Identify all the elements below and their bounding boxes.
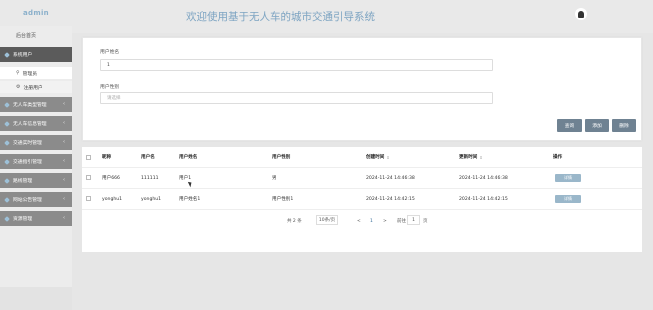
sidebar: 后台首页 系统用户 ⚲ 管理员 ⚙ 注册用户 无人车类型管理 ‹ 无人车信息管理 ‹ 交… (0, 26, 72, 310)
avatar[interactable] (575, 8, 587, 20)
person-icon: ⚲ (16, 70, 20, 76)
menu-icon (4, 139, 10, 146)
divider (82, 188, 642, 189)
table-cell: yonghu1 (102, 196, 123, 202)
chevron-icon: ‹ (63, 215, 65, 221)
chevron-icon: ‹ (63, 196, 65, 202)
table-cell: 2024-11-24 14:42:15 (366, 196, 415, 202)
sort-icon[interactable]: ⇕ (386, 155, 389, 160)
gender-label: 用户性别 (100, 85, 120, 90)
column-header: 操作 (553, 155, 563, 160)
name-input[interactable]: 1 (100, 59, 493, 71)
chevron-icon: ‹ (63, 120, 65, 126)
gear-icon: ⚙ (16, 84, 21, 90)
menu-icon (4, 101, 10, 108)
menu-icon (4, 177, 10, 184)
avatar-icon (578, 10, 584, 18)
sidebar-item-vehicle-info[interactable]: 无人车信息管理 ‹ (0, 116, 72, 131)
logo: admin (23, 9, 49, 17)
column-header: 用户性别 (272, 155, 291, 160)
table-cell: 用户666 (102, 176, 120, 181)
table-cell: 男 (272, 176, 277, 181)
table-cell: 用户性别1 (272, 197, 294, 202)
menu-icon (4, 158, 10, 165)
chevron-icon: ‹ (63, 101, 65, 107)
table-cell: 2024-11-24 14:42:15 (459, 196, 508, 202)
name-label: 用户姓名 (100, 50, 120, 55)
select-all-checkbox[interactable] (86, 155, 91, 160)
chevron-icon: ‹ (63, 177, 65, 183)
row-checkbox[interactable] (86, 196, 91, 201)
sidebar-item-home[interactable]: 后台首页 (0, 28, 72, 42)
data-table: 昵称 用户名 用户姓名 用户性别 创建时间 ⇕ 更新时间 ⇕ 操作 用户666 11… (82, 147, 642, 252)
table-cell: yonghu1 (141, 196, 162, 202)
table-cell: 用户姓名1 (179, 197, 201, 202)
gender-select[interactable]: 请选择 (100, 92, 493, 104)
page-number[interactable]: 1 (370, 216, 373, 226)
search-panel: 用户姓名 1 用户性别 请选择 查询 添加 删除 (82, 37, 642, 141)
next-page-button[interactable]: > (383, 216, 387, 226)
query-button[interactable]: 查询 (557, 119, 582, 132)
page-size-select[interactable]: 10条/页 (316, 215, 338, 225)
sidebar-item-traffic-realtime[interactable]: 交通实时管理 ‹ (0, 135, 72, 150)
sidebar-item-traffic-guide[interactable]: 交通指引管理 ‹ (0, 154, 72, 169)
sidebar-item-system-users[interactable]: 系统用户 (0, 47, 72, 62)
add-button[interactable]: 添加 (585, 119, 609, 132)
goto-suffix: 页 (423, 219, 428, 224)
sidebar-item-resources[interactable]: 资源管理 ‹ (0, 211, 72, 226)
table-cell: 2024-11-24 14:46:38 (366, 175, 415, 181)
chevron-icon: ‹ (63, 139, 65, 145)
page-title: 欢迎使用基于无人车的城市交通引导系统 (186, 11, 375, 23)
menu-icon (4, 215, 10, 222)
column-header-updated[interactable]: 更新时间 ⇕ (459, 147, 483, 167)
menu-icon (4, 51, 10, 58)
column-header: 昵称 (102, 155, 112, 160)
row-checkbox[interactable] (86, 175, 91, 180)
sidebar-subitem-admin[interactable]: ⚲ 管理员 (0, 67, 72, 79)
pagination-total: 共 2 条 (287, 219, 302, 224)
delete-button[interactable]: 删除 (612, 119, 636, 132)
table-cell: 111111 (141, 175, 159, 181)
goto-label: 前往 (397, 219, 406, 224)
column-header-created[interactable]: 创建时间 ⇕ (366, 147, 390, 167)
detail-button[interactable]: 详情 (555, 195, 581, 203)
sidebar-item-vehicle-type[interactable]: 无人车类型管理 ‹ (0, 97, 72, 112)
table-cell: 2024-11-24 14:46:38 (459, 175, 508, 181)
menu-icon (4, 120, 10, 127)
divider (82, 209, 642, 210)
menu-icon (4, 196, 10, 203)
sidebar-item-route[interactable]: 路线管理 ‹ (0, 173, 72, 188)
chevron-icon: ‹ (63, 158, 65, 164)
column-header: 用户名 (141, 155, 155, 160)
divider (82, 167, 642, 168)
goto-page-input[interactable]: 1 (407, 215, 420, 225)
sort-icon[interactable]: ⇕ (479, 155, 482, 160)
detail-button[interactable]: 详情 (555, 174, 581, 182)
sidebar-item-announcement[interactable]: 网站公告管理 ‹ (0, 192, 72, 207)
column-header: 用户姓名 (179, 155, 198, 160)
prev-page-button[interactable]: < (357, 216, 361, 226)
sidebar-subitem-registered-users[interactable]: ⚙ 注册用户 (0, 81, 72, 93)
